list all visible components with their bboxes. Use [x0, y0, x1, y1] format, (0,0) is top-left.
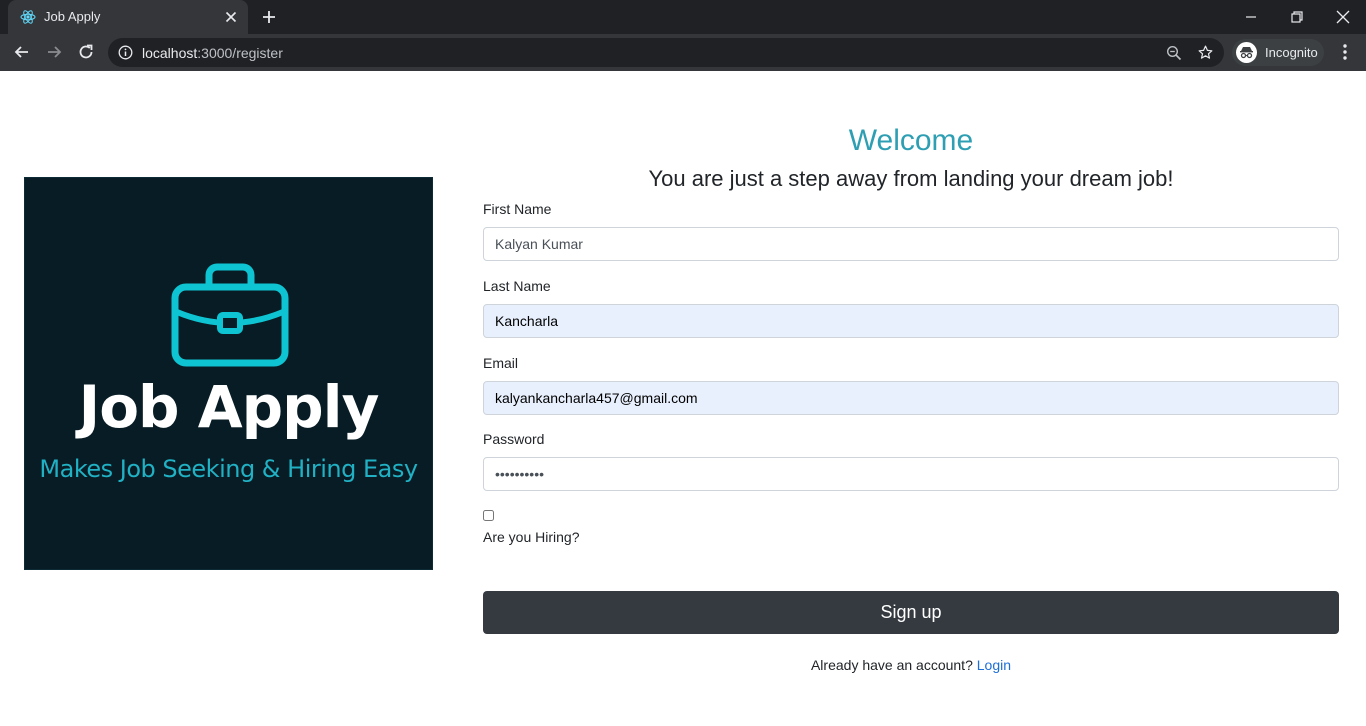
- first-name-label: First Name: [483, 201, 552, 217]
- hiring-checkbox[interactable]: [483, 510, 494, 521]
- incognito-label: Incognito: [1265, 45, 1318, 60]
- back-icon[interactable]: [12, 42, 32, 62]
- job-apply-logo: Job Apply Makes Job Seeking & Hiring Eas…: [24, 177, 433, 570]
- first-name-field[interactable]: [483, 227, 1339, 261]
- zoom-out-icon[interactable]: [1166, 45, 1182, 61]
- tab-title: Job Apply: [44, 9, 101, 24]
- last-name-label: Last Name: [483, 278, 551, 294]
- incognito-icon: [1236, 42, 1257, 63]
- minimize-icon[interactable]: [1240, 6, 1262, 28]
- email-field[interactable]: [483, 381, 1339, 415]
- browser-tab[interactable]: Job Apply: [8, 0, 248, 34]
- login-prompt-text: Already have an account?: [810, 657, 973, 673]
- logo-tagline: Makes Job Seeking & Hiring Easy: [39, 455, 418, 483]
- page-title: Welcome: [848, 124, 974, 157]
- email-label: Email: [483, 355, 519, 371]
- react-icon: [20, 10, 36, 24]
- close-window-icon[interactable]: [1332, 6, 1354, 28]
- login-prompt: Already have an account? Login: [483, 657, 1339, 673]
- hiring-label: Are you Hiring?: [483, 529, 580, 545]
- briefcase-icon: [171, 263, 289, 367]
- info-icon[interactable]: [118, 45, 133, 60]
- close-tab-icon[interactable]: [222, 8, 240, 26]
- page-subtitle: You are just a step away from landing yo…: [648, 166, 1174, 191]
- browser-toolbar: localhost:3000/register Incognito: [0, 34, 1366, 71]
- password-label: Password: [483, 431, 545, 447]
- url-text: localhost:3000/register: [142, 45, 283, 61]
- password-field[interactable]: [483, 457, 1339, 491]
- incognito-badge[interactable]: Incognito: [1232, 39, 1324, 66]
- sign-up-button[interactable]: Sign up: [483, 591, 1339, 634]
- more-menu-icon[interactable]: [1336, 42, 1354, 62]
- last-name-field[interactable]: [483, 304, 1339, 338]
- reload-icon[interactable]: [76, 42, 96, 62]
- logo-title: Job Apply: [78, 373, 380, 441]
- new-tab-icon[interactable]: [260, 8, 278, 26]
- login-link[interactable]: Login: [977, 657, 1011, 673]
- browser-tab-bar: Job Apply: [0, 0, 1366, 34]
- address-bar[interactable]: localhost:3000/register: [108, 38, 1224, 67]
- forward-icon[interactable]: [44, 42, 64, 62]
- bookmark-star-icon[interactable]: [1197, 44, 1214, 61]
- restore-icon[interactable]: [1286, 6, 1308, 28]
